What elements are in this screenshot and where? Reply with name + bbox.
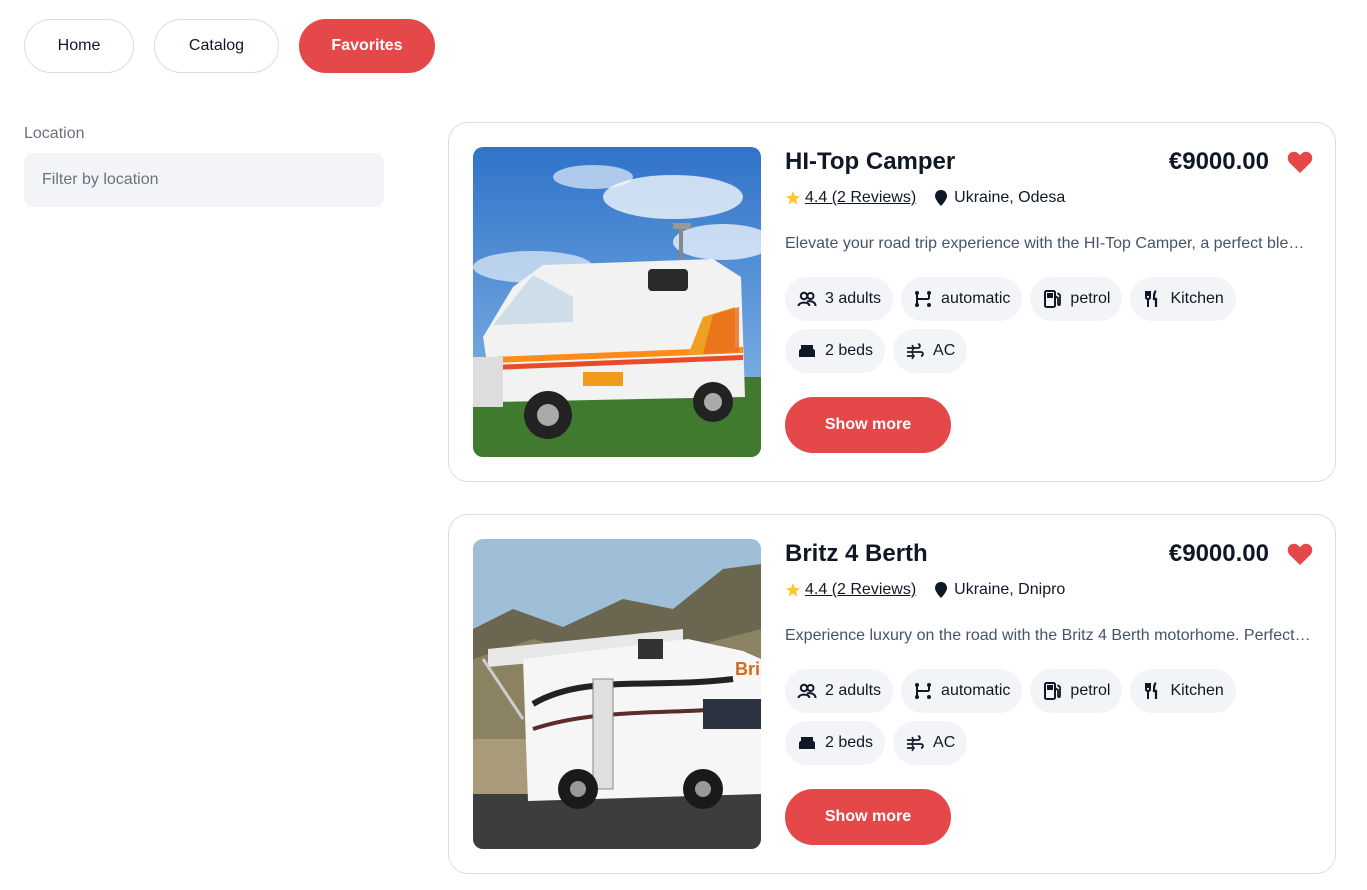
feature-chip: 3 adults: [785, 277, 894, 321]
users-icon: [797, 291, 817, 307]
show-more-button[interactable]: Show more: [785, 789, 951, 845]
heart-icon[interactable]: [1287, 150, 1313, 174]
feature-label: petrol: [1070, 682, 1111, 699]
nav-catalog-button[interactable]: Catalog: [154, 19, 279, 73]
camper-description: Experience luxury on the road with the B…: [785, 627, 1313, 644]
camper-card: HI-Top Camper €9000.00 4.4 (2 Reviews) U…: [448, 122, 1336, 482]
rating-text: 4.4 (2 Reviews): [805, 581, 917, 598]
kitchen-icon: [1145, 682, 1158, 699]
feature-chip: petrol: [1030, 669, 1123, 713]
nav-favorites-button[interactable]: Favorites: [299, 19, 435, 73]
rating-link[interactable]: 4.4 (2 Reviews): [785, 581, 916, 599]
camper-description: Elevate your road trip experience with t…: [785, 235, 1313, 252]
location-text: Ukraine, Dnipro: [954, 581, 1066, 598]
feature-chip: 2 adults: [785, 669, 894, 713]
location-text: Ukraine, Odesa: [954, 189, 1066, 206]
bed-icon: [799, 345, 815, 357]
air-conditioner-icon: [907, 735, 924, 752]
camper-image: [473, 147, 761, 457]
main-nav: Home Catalog Favorites: [24, 19, 435, 73]
nav-home-button[interactable]: Home: [24, 19, 134, 73]
feature-label: 2 adults: [825, 682, 882, 699]
svg-text:Bri: Bri: [735, 659, 760, 679]
heart-icon[interactable]: [1287, 542, 1313, 566]
camper-image: Bri: [473, 539, 761, 849]
camper-title: Britz 4 Berth: [785, 540, 928, 567]
transmission-icon: [915, 291, 932, 307]
feature-label: petrol: [1070, 290, 1111, 307]
camper-details: HI-Top Camper €9000.00 4.4 (2 Reviews) U…: [785, 147, 1313, 453]
camper-card: Bri Britz 4 Berth €9000.00 4.4 (2 Review…: [448, 514, 1336, 874]
feature-label: automatic: [941, 290, 1011, 307]
fuel-pump-icon: [1044, 682, 1062, 700]
feature-label: 2 beds: [825, 342, 874, 359]
feature-chip: automatic: [901, 277, 1023, 321]
feature-chip: petrol: [1030, 277, 1123, 321]
camper-title: HI-Top Camper: [785, 148, 956, 175]
rating-link[interactable]: 4.4 (2 Reviews): [785, 189, 916, 207]
feature-list: 3 adults automatic petrol Kitchen 2 beds…: [785, 277, 1313, 373]
feature-label: 2 beds: [825, 734, 874, 751]
feature-label: automatic: [941, 682, 1011, 699]
filter-sidebar: Location: [24, 125, 384, 207]
feature-label: Kitchen: [1170, 682, 1224, 699]
feature-label: Kitchen: [1170, 290, 1224, 307]
fuel-pump-icon: [1044, 290, 1062, 308]
location-filter-input[interactable]: [24, 153, 384, 207]
show-more-button[interactable]: Show more: [785, 397, 951, 453]
feature-chip: 2 beds: [785, 329, 886, 373]
feature-chip: Kitchen: [1130, 277, 1236, 321]
feature-label: AC: [933, 342, 956, 359]
feature-chip: AC: [893, 721, 968, 765]
feature-chip: AC: [893, 329, 968, 373]
star-icon: [786, 191, 800, 205]
kitchen-icon: [1145, 290, 1158, 307]
feature-list: 2 adults automatic petrol Kitchen 2 beds…: [785, 669, 1313, 765]
map-pin-icon: [935, 582, 948, 598]
map-pin-icon: [935, 190, 948, 206]
feature-label: AC: [933, 734, 956, 751]
camper-price: €9000.00: [1168, 148, 1269, 175]
camper-price: €9000.00: [1168, 540, 1269, 567]
location-label: Location: [24, 125, 85, 142]
feature-chip: Kitchen: [1130, 669, 1236, 713]
transmission-icon: [915, 683, 932, 699]
users-icon: [797, 683, 817, 699]
star-icon: [786, 583, 800, 597]
air-conditioner-icon: [907, 343, 924, 360]
feature-label: 3 adults: [825, 290, 882, 307]
camper-details: Britz 4 Berth €9000.00 4.4 (2 Reviews) U…: [785, 539, 1313, 845]
rating-text: 4.4 (2 Reviews): [805, 189, 917, 206]
feature-chip: automatic: [901, 669, 1023, 713]
feature-chip: 2 beds: [785, 721, 886, 765]
bed-icon: [799, 737, 815, 749]
